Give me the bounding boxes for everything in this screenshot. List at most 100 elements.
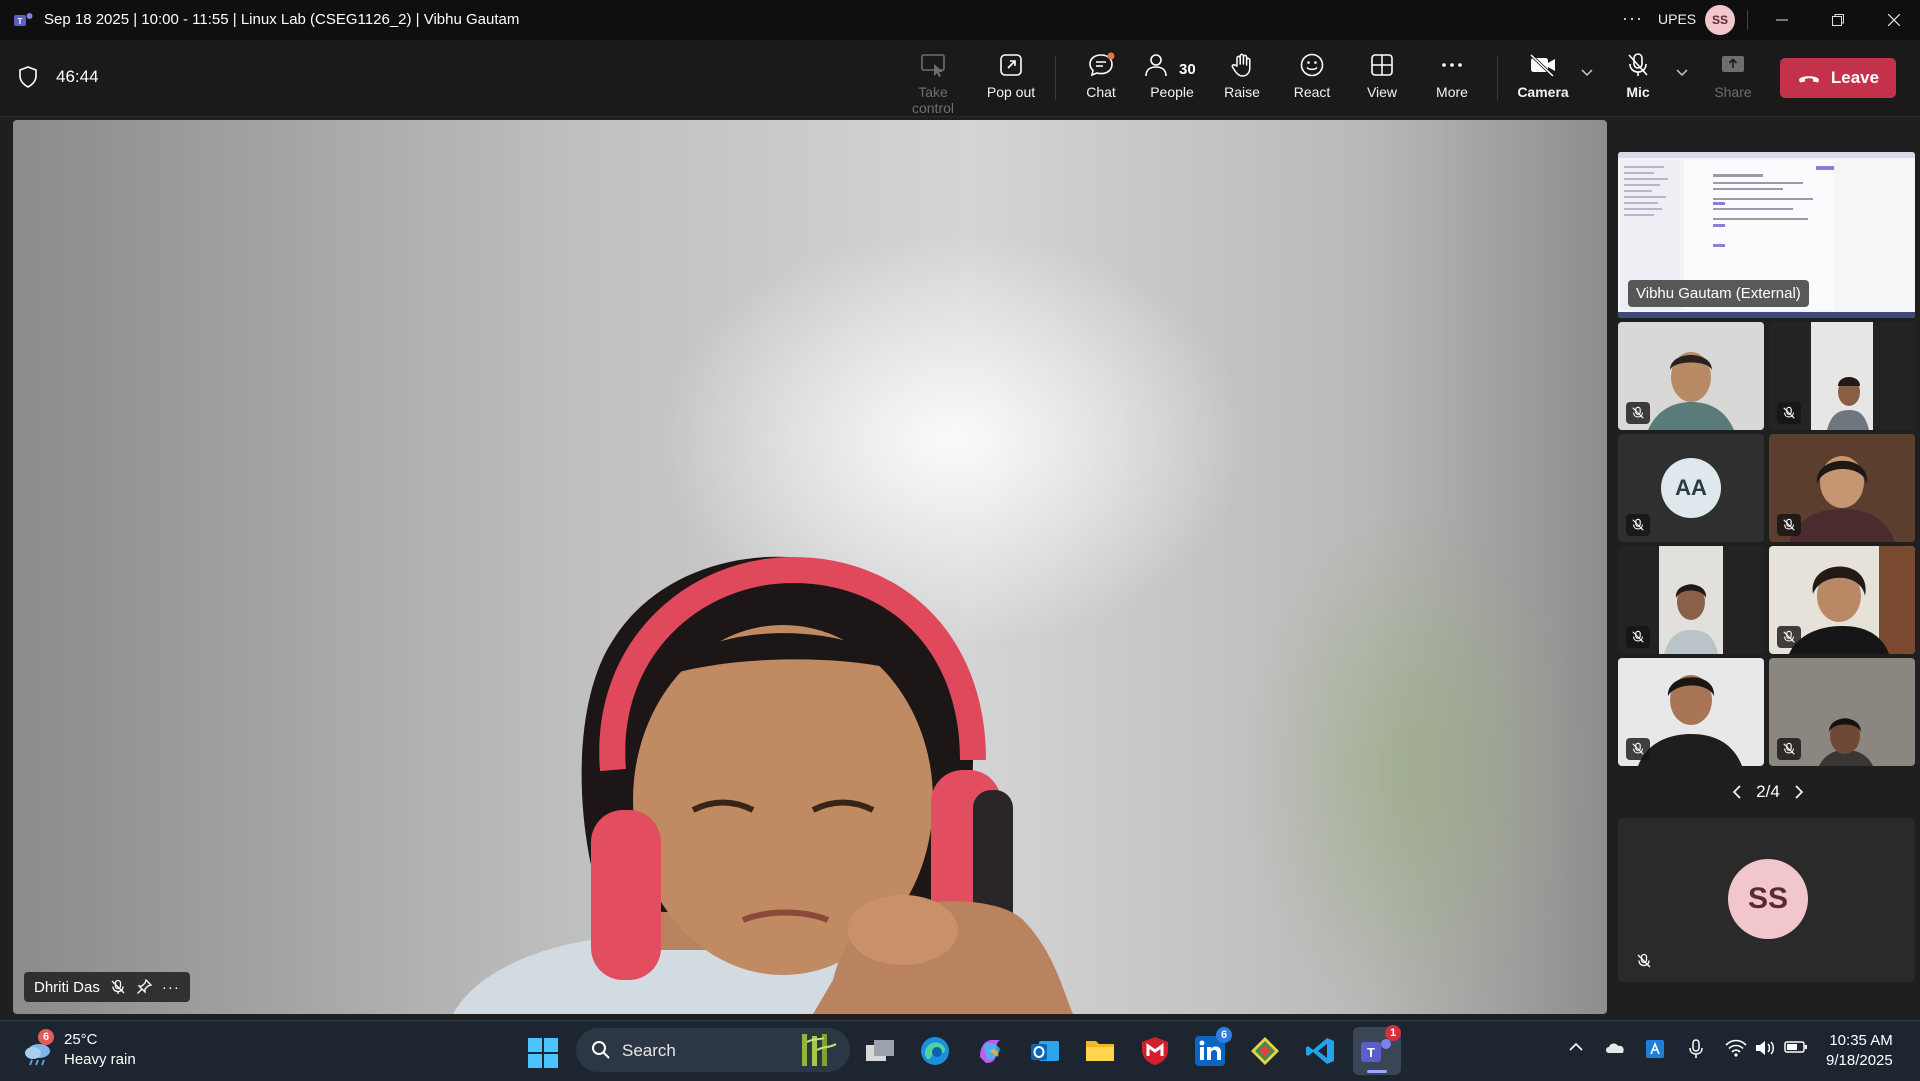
mic-off-icon (1632, 950, 1656, 972)
mic-off-icon (1626, 738, 1650, 760)
task-view-icon[interactable] (862, 1033, 898, 1069)
view-button[interactable]: View (1347, 52, 1417, 112)
mic-off-icon (1626, 402, 1650, 424)
clock-time: 10:35 AM (1829, 1032, 1893, 1049)
participant-tile[interactable] (1618, 322, 1764, 430)
leave-button[interactable]: Leave (1780, 58, 1896, 98)
shared-screen-tile[interactable]: Vibhu Gautam (External) (1618, 152, 1915, 318)
weather-condition: Heavy rain (64, 1051, 136, 1068)
pop-out-icon (1000, 54, 1022, 76)
org-name: UPES (1658, 11, 1697, 27)
mic-off-icon (1628, 53, 1648, 76)
teams-badge: 1 (1385, 1025, 1401, 1041)
mic-button[interactable]: Mic (1603, 52, 1673, 112)
grid-view-icon (1371, 54, 1393, 76)
battery-icon[interactable] (1784, 1039, 1808, 1055)
take-control-icon (921, 54, 945, 77)
participant-tile[interactable] (1769, 322, 1915, 430)
volume-icon[interactable] (1754, 1039, 1776, 1057)
chevron-right-icon[interactable] (1794, 785, 1804, 799)
participant-more-icon[interactable]: ··· (162, 979, 180, 996)
camera-options-chevron-icon[interactable] (1580, 68, 1594, 78)
linkedin-badge: 6 (1216, 1027, 1232, 1043)
main-video-stage[interactable]: Dhriti Das ··· (13, 120, 1607, 1014)
copilot-icon[interactable] (972, 1033, 1008, 1069)
divider (1497, 56, 1498, 100)
shield-icon (19, 66, 37, 88)
participant-tile[interactable] (1618, 658, 1764, 766)
more-button[interactable]: More (1417, 52, 1487, 112)
active-app-indicator (1367, 1070, 1387, 1073)
meeting-title: Sep 18 2025 | 10:00 - 11:55 | Linux Lab … (44, 11, 520, 28)
minimize-button[interactable] (1770, 8, 1794, 32)
teams-app-icon: T (14, 13, 33, 26)
mic-off-icon (111, 979, 125, 994)
system-clock[interactable]: 10:35 AM 9/18/2025 (1826, 1031, 1893, 1071)
mic-off-icon (1777, 738, 1801, 760)
outlook-icon[interactable] (1027, 1033, 1063, 1069)
participant-video (453, 556, 1073, 1014)
bamboo-search-highlight-icon (802, 1034, 837, 1066)
participant-tile[interactable] (1769, 546, 1915, 654)
chevron-left-icon[interactable] (1732, 785, 1742, 799)
participant-tile[interactable] (1769, 434, 1915, 542)
mic-off-icon (1777, 402, 1801, 424)
close-button[interactable] (1882, 8, 1906, 32)
taskbar-search[interactable]: Search (576, 1028, 850, 1072)
hang-up-icon (1798, 76, 1819, 83)
pop-out-button[interactable]: Pop out (976, 52, 1046, 112)
tray-app-icon[interactable] (1645, 1039, 1665, 1059)
participant-tile[interactable] (1618, 546, 1764, 654)
microphone-icon[interactable] (1688, 1039, 1704, 1059)
share-screen-icon (1722, 56, 1744, 72)
title-bar: T Sep 18 2025 | 10:00 - 11:55 | Linux La… (0, 0, 1920, 40)
mic-off-icon (1777, 514, 1801, 536)
vscode-icon[interactable] (1302, 1033, 1338, 1069)
participant-name: Dhriti Das (34, 978, 100, 996)
divider (1055, 56, 1056, 100)
chevron-up-icon[interactable] (1568, 1039, 1584, 1055)
mic-off-icon (1626, 514, 1650, 536)
smiley-icon (1300, 53, 1324, 77)
take-control-button[interactable]: Take control (898, 52, 968, 116)
mic-off-icon (1626, 626, 1650, 648)
chat-button[interactable]: Chat (1066, 52, 1136, 112)
file-explorer-icon[interactable] (1082, 1033, 1118, 1069)
raise-hand-button[interactable]: Raise (1207, 52, 1277, 112)
camera-button[interactable]: Camera (1508, 52, 1578, 112)
teams-taskbar-icon[interactable]: T 1 (1353, 1025, 1401, 1075)
people-count: 30 (1179, 61, 1196, 78)
git-kraken-icon[interactable] (1247, 1033, 1283, 1069)
svg-text:T: T (1367, 1045, 1375, 1060)
edge-browser-icon[interactable] (917, 1033, 953, 1069)
react-button[interactable]: React (1277, 52, 1347, 112)
mcafee-icon[interactable] (1137, 1033, 1173, 1069)
chat-icon (1089, 52, 1115, 77)
close-icon (1888, 14, 1900, 26)
svg-text:T: T (18, 17, 23, 26)
share-button[interactable]: Share (1698, 52, 1768, 112)
divider (1747, 10, 1748, 30)
participant-tile[interactable]: AA (1618, 434, 1764, 542)
linkedin-icon[interactable]: 6 (1192, 1027, 1232, 1069)
people-button[interactable]: 30 People (1137, 52, 1207, 112)
minimize-icon (1776, 19, 1788, 21)
restore-button[interactable] (1826, 8, 1850, 32)
participant-tile[interactable] (1769, 658, 1915, 766)
restore-icon (1832, 14, 1844, 26)
search-icon (592, 1041, 610, 1059)
self-view-tile[interactable]: SS (1618, 818, 1915, 982)
meeting-toolbar: 46:44 Take control Pop out Chat 30 Peopl… (0, 40, 1920, 117)
gallery-pager: 2/4 (1718, 780, 1818, 804)
windows-start-icon[interactable] (528, 1038, 558, 1068)
mic-options-chevron-icon[interactable] (1675, 68, 1689, 78)
pin-icon[interactable] (136, 979, 152, 995)
temperature: 25°C (64, 1031, 98, 1048)
user-avatar[interactable]: SS (1705, 5, 1735, 35)
ellipsis-icon[interactable]: ··· (1622, 8, 1643, 29)
more-icon (1442, 63, 1462, 67)
clock-date: 9/18/2025 (1826, 1052, 1893, 1069)
presenter-name-tag: Vibhu Gautam (External) (1628, 280, 1809, 307)
wifi-icon[interactable] (1725, 1039, 1747, 1057)
onedrive-icon[interactable] (1604, 1039, 1626, 1055)
